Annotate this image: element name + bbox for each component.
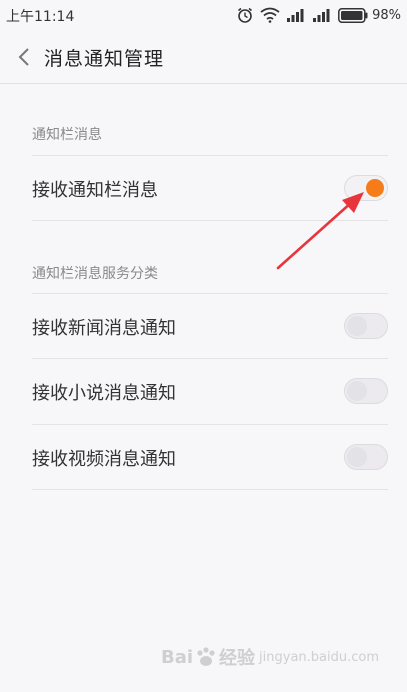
row-receive-video[interactable]: 接收视频消息通知 — [32, 424, 388, 490]
signal-icon-sim2 — [312, 8, 332, 22]
watermark-brand-right: 经验 — [219, 648, 256, 669]
row-label: 接收新闻消息通知 — [32, 318, 176, 339]
header: 消息通知管理 — [0, 30, 407, 84]
toggle-receive-novel[interactable] — [344, 378, 388, 404]
page-title: 消息通知管理 — [44, 48, 165, 70]
screen: 上午11:14 98% 消息通知管理 通知栏消息 接收通知栏消息 通知栏消息服务… — [0, 0, 407, 692]
watermark-sub: jingyan.baidu.com — [259, 649, 379, 665]
toggle-knob — [347, 316, 367, 336]
section-header-notification-bar: 通知栏消息 — [32, 127, 102, 143]
signal-icon-sim1 — [286, 8, 306, 22]
row-receive-news[interactable]: 接收新闻消息通知 — [32, 293, 388, 358]
paw-logo-icon — [197, 647, 215, 666]
toggle-receive-video[interactable] — [344, 444, 388, 470]
toggle-knob — [347, 447, 367, 467]
row-label: 接收通知栏消息 — [32, 180, 158, 201]
status-icons: 98% — [236, 5, 407, 25]
watermark-brand-left: Bai — [160, 646, 194, 668]
back-button[interactable] — [12, 45, 36, 69]
battery-icon: 98% — [338, 8, 401, 23]
row-receive-novel[interactable]: 接收小说消息通知 — [32, 358, 388, 423]
chevron-left-icon — [18, 48, 29, 66]
baidu-watermark: Bai 经验 jingyan.baidu.com — [161, 644, 379, 670]
row-label: 接收视频消息通知 — [32, 449, 176, 470]
annotation-arrow — [276, 192, 364, 270]
status-time: 上午11:14 — [6, 9, 75, 25]
toggle-receive-news[interactable] — [344, 313, 388, 339]
row-label: 接收小说消息通知 — [32, 383, 176, 404]
header-divider — [0, 83, 407, 84]
wifi-icon — [260, 7, 280, 23]
status-bar: 上午11:14 98% — [0, 0, 407, 30]
toggle-knob — [347, 381, 367, 401]
battery-percent: 98% — [372, 7, 401, 23]
alarm-icon — [236, 6, 254, 24]
section-header-categories: 通知栏消息服务分类 — [32, 266, 158, 282]
